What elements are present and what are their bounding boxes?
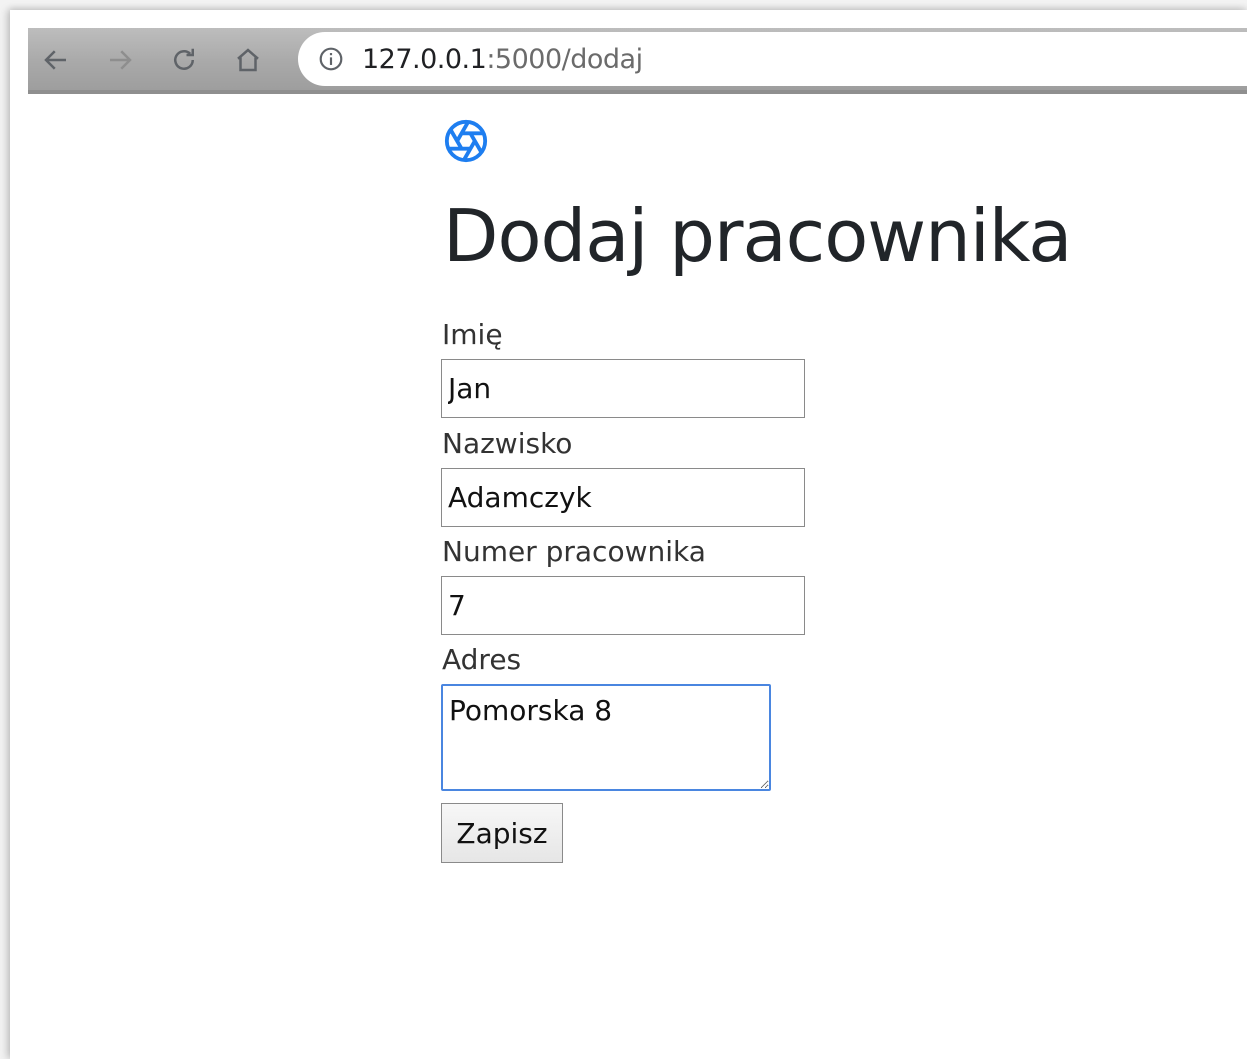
back-button[interactable] — [36, 40, 76, 80]
home-icon — [237, 48, 259, 72]
address-label: Adres — [442, 643, 522, 676]
url-text[interactable]: 127.0.0.1:5000/dodaj — [362, 44, 643, 75]
info-icon[interactable] — [318, 46, 344, 72]
employee-number-label: Numer pracownika — [442, 535, 706, 568]
page-title: Dodaj pracownika — [443, 194, 1072, 278]
browser-window: 127.0.0.1:5000/dodaj Dodaj pracownika Im… — [10, 10, 1247, 1059]
address-textarea[interactable]: Pomorska 8 — [441, 684, 771, 791]
arrow-right-icon — [110, 50, 132, 70]
reload-button[interactable] — [164, 40, 204, 80]
url-path: :5000/dodaj — [486, 43, 643, 75]
first-name-input[interactable] — [441, 359, 805, 418]
first-name-label: Imię — [442, 318, 503, 351]
url-host: 127.0.0.1 — [362, 43, 487, 75]
last-name-input[interactable] — [441, 468, 805, 527]
forward-button[interactable] — [100, 40, 140, 80]
employee-number-input[interactable] — [441, 576, 805, 635]
home-button[interactable] — [228, 40, 268, 80]
browser-toolbar: 127.0.0.1:5000/dodaj — [28, 28, 1247, 94]
arrow-left-icon — [44, 50, 66, 70]
address-bar[interactable]: 127.0.0.1:5000/dodaj — [298, 32, 1247, 86]
save-button[interactable]: Zapisz — [441, 803, 563, 863]
reload-icon — [174, 48, 194, 70]
aperture-icon — [444, 119, 488, 163]
last-name-label: Nazwisko — [442, 427, 573, 460]
